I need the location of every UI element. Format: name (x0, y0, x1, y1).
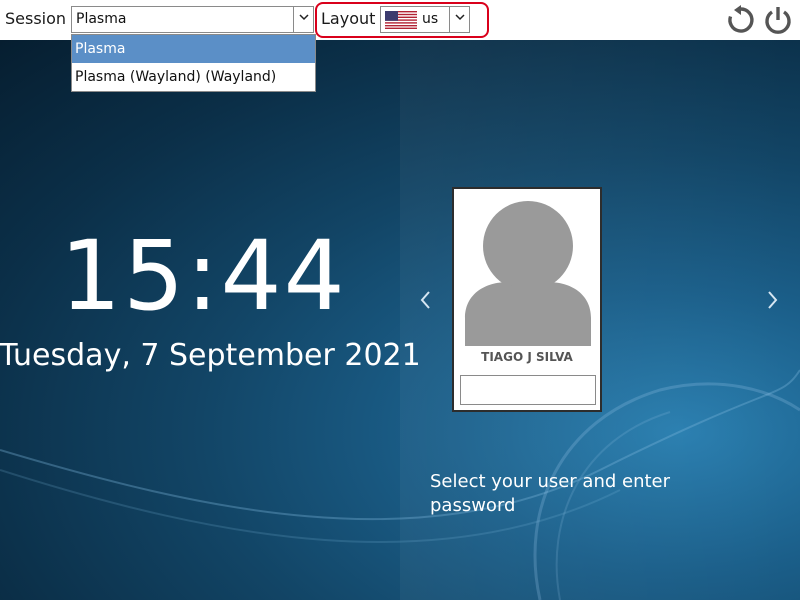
user-card[interactable]: TIAGO J SILVA (452, 187, 602, 412)
us-flag-icon (385, 11, 417, 29)
user-name: TIAGO J SILVA (481, 350, 573, 364)
session-dropdown-list: Plasma Plasma (Wayland) (Wayland) (71, 34, 316, 92)
session-option-plasma[interactable]: Plasma (72, 35, 315, 63)
chevron-right-icon[interactable] (766, 289, 780, 311)
password-input[interactable] (460, 375, 596, 405)
power-icon[interactable] (762, 4, 794, 36)
login-prompt: Select your user and enter password (430, 471, 671, 516)
layout-value: us (422, 11, 439, 27)
chevron-down-icon (455, 14, 465, 21)
layout-label: Layout (321, 9, 376, 28)
session-option-plasma-wayland[interactable]: Plasma (Wayland) (Wayland) (72, 63, 315, 91)
login-background: 15:44 Tuesday, 7 September 2021 TIAGO J … (0, 40, 800, 600)
session-value: Plasma (76, 11, 127, 27)
user-avatar-icon (465, 201, 591, 346)
clock-date: Tuesday, 7 September 2021 (0, 338, 421, 373)
session-select[interactable]: Plasma (71, 6, 314, 33)
layout-select[interactable]: us (380, 6, 470, 33)
session-dropdown-button[interactable] (293, 7, 313, 32)
chevron-down-icon (299, 14, 309, 21)
session-label: Session (5, 9, 67, 28)
layout-dropdown-button[interactable] (449, 7, 469, 32)
chevron-left-icon[interactable] (418, 289, 432, 311)
reboot-icon[interactable] (725, 4, 757, 36)
clock-time: 15:44 (60, 220, 347, 332)
